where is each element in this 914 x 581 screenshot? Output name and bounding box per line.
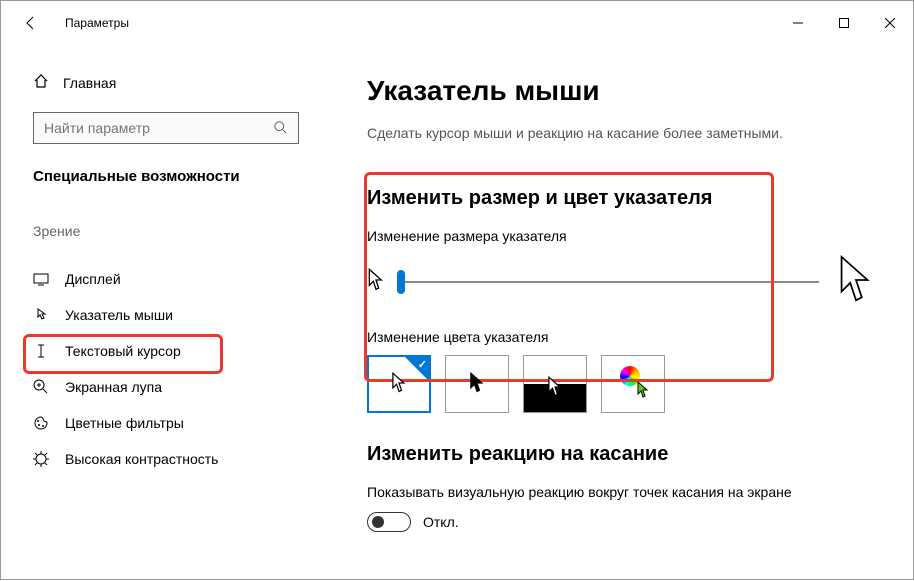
sidebar-heading: Специальные возможности [1,168,331,185]
sidebar-item-display[interactable]: Дисплей [1,261,331,297]
page-title: Указатель мыши [367,75,877,107]
nav-label: Цветные фильтры [65,415,184,431]
search-input[interactable] [44,120,274,136]
sidebar-item-pointer[interactable]: Указатель мыши [1,297,331,333]
display-icon [33,271,49,287]
contrast-icon [33,451,49,467]
sidebar-group-label: Зрение [1,223,331,239]
annotation-highlight-sidebar [23,334,223,374]
search-icon [274,121,288,135]
sidebar-item-high-contrast[interactable]: Высокая контрастность [1,441,331,477]
toggle-knob [372,516,384,528]
home-nav-item[interactable]: Главная [1,67,331,98]
page-subtitle: Сделать курсор мыши и реакцию на касание… [367,125,877,141]
palette-icon [33,415,49,431]
section-touch-heading: Изменить реакцию на касание [367,443,877,466]
sidebar: Главная Специальные возможности Зрение Д… [1,45,331,581]
window-title: Параметры [65,16,129,30]
nav-label: Экранная лупа [65,379,162,395]
home-label: Главная [63,75,116,91]
sidebar-item-color-filters[interactable]: Цветные фильтры [1,405,331,441]
magnifier-icon [33,379,49,395]
nav-label: Высокая контрастность [65,451,218,467]
cursor-large-icon [835,254,877,309]
close-button[interactable] [867,7,913,39]
annotation-highlight-content [364,172,774,382]
cursor-white-icon [391,372,407,397]
toggle-state-label: Откл. [423,514,459,530]
touch-feedback-toggle[interactable] [367,512,411,532]
home-icon [33,73,49,92]
nav-label: Указатель мыши [65,307,173,323]
cursor-custom-icon [636,381,650,402]
sidebar-item-magnifier[interactable]: Экранная лупа [1,369,331,405]
search-box[interactable] [33,112,299,144]
titlebar: Параметры [1,1,913,45]
cursor-black-icon [469,372,485,397]
back-button[interactable] [21,13,41,33]
window-controls [775,7,913,39]
maximize-button[interactable] [821,7,867,39]
pointer-icon [33,307,49,323]
cursor-inverted-icon [547,376,563,401]
touch-desc: Показывать визуальную реакцию вокруг точ… [367,484,877,500]
minimize-button[interactable] [775,7,821,39]
nav-label: Дисплей [65,271,121,287]
